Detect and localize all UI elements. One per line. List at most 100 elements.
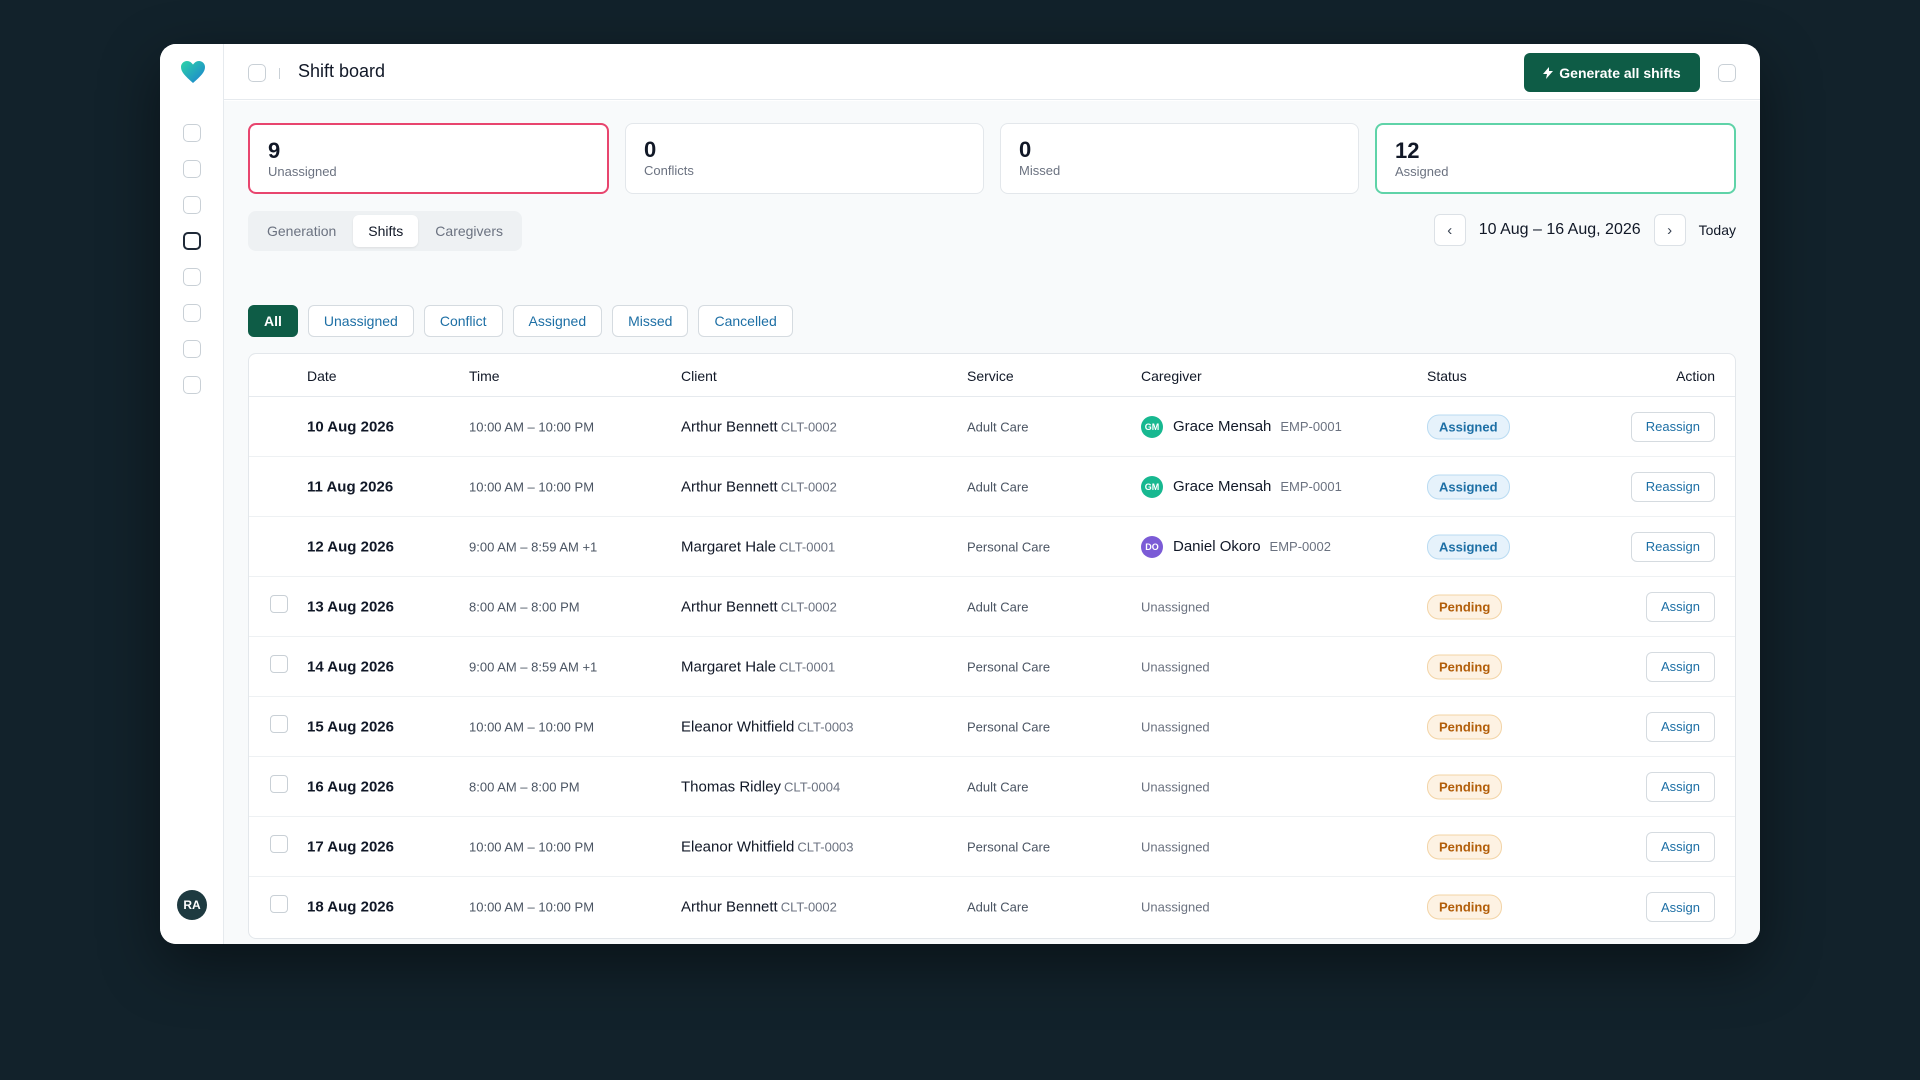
action-cell: Assign (1645, 771, 1715, 802)
caregiver-unassigned: Unassigned (1141, 779, 1210, 794)
nav-item-1[interactable] (183, 124, 201, 142)
assign-button[interactable]: Assign (1645, 711, 1715, 742)
nav-item-8[interactable] (183, 376, 201, 394)
date-range: 10 Aug – 16 Aug, 2026 (1478, 221, 1641, 238)
table-row[interactable]: 15 Aug 2026 10:00 AM – 10:00 PM Eleanor Wh… (249, 697, 1735, 757)
heart-logo-icon[interactable] (180, 60, 206, 84)
filter-unassigned[interactable]: Unassigned (307, 305, 414, 337)
client-code: CLT-0003 (797, 839, 854, 854)
reassign-button[interactable]: Reassign (1630, 471, 1715, 502)
table-row[interactable]: 18 Aug 2026 10:00 AM – 10:00 PM Arthur Ben… (249, 877, 1735, 937)
caregiver-cell[interactable]: GM Grace Mensah EMP-0001 (1141, 415, 1342, 438)
table-row[interactable]: 17 Aug 2026 10:00 AM – 10:00 PM Eleanor Wh… (249, 817, 1735, 877)
client-cell[interactable]: Margaret Hale CLT-0001 (681, 658, 835, 675)
row-checkbox[interactable] (270, 834, 288, 853)
client-code: CLT-0003 (797, 719, 854, 734)
today-button[interactable]: Today (1699, 222, 1736, 238)
service-type: Adult Care (967, 599, 1029, 614)
client-cell[interactable]: Thomas Ridley CLT-0004 (681, 778, 840, 795)
sidebar-toggle[interactable] (248, 64, 266, 82)
nav-item-5[interactable] (183, 268, 201, 286)
nav-item-3[interactable] (183, 196, 201, 214)
assign-button[interactable]: Assign (1645, 651, 1715, 682)
shift-time: 10:00 AM – 10:00 PM (469, 719, 595, 734)
row-checkbox[interactable] (270, 594, 288, 613)
table-row[interactable]: 16 Aug 2026 8:00 AM – 8:00 PM Thomas Ridle… (249, 757, 1735, 817)
action-cell: Assign (1645, 831, 1715, 862)
reassign-button[interactable]: Reassign (1630, 411, 1715, 442)
row-checkbox[interactable] (270, 714, 288, 733)
tab-shifts[interactable]: Shifts (353, 215, 419, 247)
stat-missed[interactable]: 0 Missed (1000, 123, 1359, 194)
stat-conflicts[interactable]: 0 Conflicts (625, 123, 984, 194)
client-code: CLT-0002 (780, 599, 837, 614)
shift-time: 9:00 AM – 8:59 AM +1 (469, 539, 598, 554)
column-header-service: Service (967, 368, 1014, 384)
assign-button[interactable]: Assign (1645, 831, 1715, 862)
row-checkbox[interactable] (270, 895, 288, 913)
client-cell[interactable]: Eleanor Whitfield CLT-0003 (681, 718, 854, 735)
client-name: Arthur Bennett (681, 478, 778, 495)
action-cell: Assign (1645, 651, 1715, 682)
client-cell[interactable]: Margaret Hale CLT-0001 (681, 538, 835, 555)
view-tabs: Generation Shifts Caregivers (248, 211, 522, 251)
shift-time: 10:00 AM – 10:00 PM (469, 839, 595, 854)
assign-button[interactable]: Assign (1645, 892, 1715, 922)
caregiver-cell[interactable]: GM Grace Mensah EMP-0001 (1141, 475, 1342, 498)
sidebar: RA (160, 44, 224, 944)
lightning-icon (1543, 66, 1554, 79)
table-row[interactable]: 10 Aug 2026 10:00 AM – 10:00 PM Arthur Ben… (249, 397, 1735, 457)
nav-item-shift-board[interactable] (183, 232, 201, 250)
client-cell[interactable]: Arthur Bennett CLT-0002 (681, 478, 837, 495)
row-checkbox[interactable] (270, 774, 288, 793)
filter-assigned[interactable]: Assigned (512, 305, 603, 337)
filter-conflict[interactable]: Conflict (423, 305, 503, 337)
client-cell[interactable]: Arthur Bennett CLT-0002 (681, 598, 837, 615)
shift-date: 13 Aug 2026 (307, 598, 394, 615)
stat-unassigned[interactable]: 9 Unassigned (248, 123, 609, 194)
stats-row: 9 Unassigned 0 Conflicts 0 Missed 12 Ass… (248, 123, 1736, 194)
chevron-left-icon[interactable]: ‹ (1433, 214, 1466, 246)
client-code: CLT-0002 (780, 479, 837, 494)
stat-label: Assigned (1395, 164, 1449, 179)
assign-button[interactable]: Assign (1645, 591, 1715, 622)
topbar-menu-toggle[interactable] (1718, 64, 1736, 82)
tab-caregivers[interactable]: Caregivers (420, 215, 518, 247)
shift-date: 16 Aug 2026 (307, 778, 394, 795)
filter-all[interactable]: All (248, 305, 298, 337)
chevron-right-icon[interactable]: › (1653, 214, 1686, 246)
reassign-button[interactable]: Reassign (1630, 531, 1715, 562)
filter-missed[interactable]: Missed (612, 305, 689, 337)
status-cell: Assigned (1427, 414, 1510, 439)
client-cell[interactable]: Eleanor Whitfield CLT-0003 (681, 838, 854, 855)
table-row[interactable]: 11 Aug 2026 10:00 AM – 10:00 PM Arthur Ben… (249, 457, 1735, 517)
stat-value: 9 (268, 138, 281, 163)
status-badge: Assigned (1427, 414, 1510, 439)
service-type: Adult Care (967, 899, 1029, 915)
table-row[interactable]: 13 Aug 2026 8:00 AM – 8:00 PM Arthur Benne… (249, 577, 1735, 637)
client-cell[interactable]: Arthur Bennett CLT-0002 (681, 418, 837, 435)
shift-date: 11 Aug 2026 (307, 478, 394, 495)
main-content: 9 Unassigned 0 Conflicts 0 Missed 12 Ass… (224, 101, 1760, 944)
generate-all-shifts-button[interactable]: Generate all shifts (1524, 53, 1700, 92)
caregiver-code: EMP-0001 (1280, 419, 1342, 434)
filter-cancelled[interactable]: Cancelled (698, 305, 793, 337)
nav-item-2[interactable] (183, 160, 201, 178)
client-cell[interactable]: Arthur Bennett CLT-0002 (681, 899, 837, 916)
nav-item-7[interactable] (183, 340, 201, 358)
status-badge: Pending (1427, 834, 1503, 859)
shift-date: 17 Aug 2026 (307, 838, 394, 855)
action-cell: Assign (1645, 591, 1715, 622)
tab-generation[interactable]: Generation (252, 215, 351, 247)
caregiver-cell[interactable]: DO Daniel Okoro EMP-0002 (1141, 535, 1331, 558)
user-avatar[interactable]: RA (177, 890, 207, 920)
table-row[interactable]: 12 Aug 2026 9:00 AM – 8:59 AM +1 Margaret … (249, 517, 1735, 577)
stat-assigned[interactable]: 12 Assigned (1375, 123, 1736, 194)
table-row[interactable]: 14 Aug 2026 9:00 AM – 8:59 AM +1 Margaret … (249, 637, 1735, 697)
status-badge: Pending (1427, 894, 1503, 920)
nav-item-6[interactable] (183, 304, 201, 322)
column-header-client: Client (681, 368, 717, 384)
row-checkbox[interactable] (270, 654, 288, 673)
caregiver-name: Grace Mensah (1173, 418, 1272, 435)
assign-button[interactable]: Assign (1645, 771, 1715, 802)
